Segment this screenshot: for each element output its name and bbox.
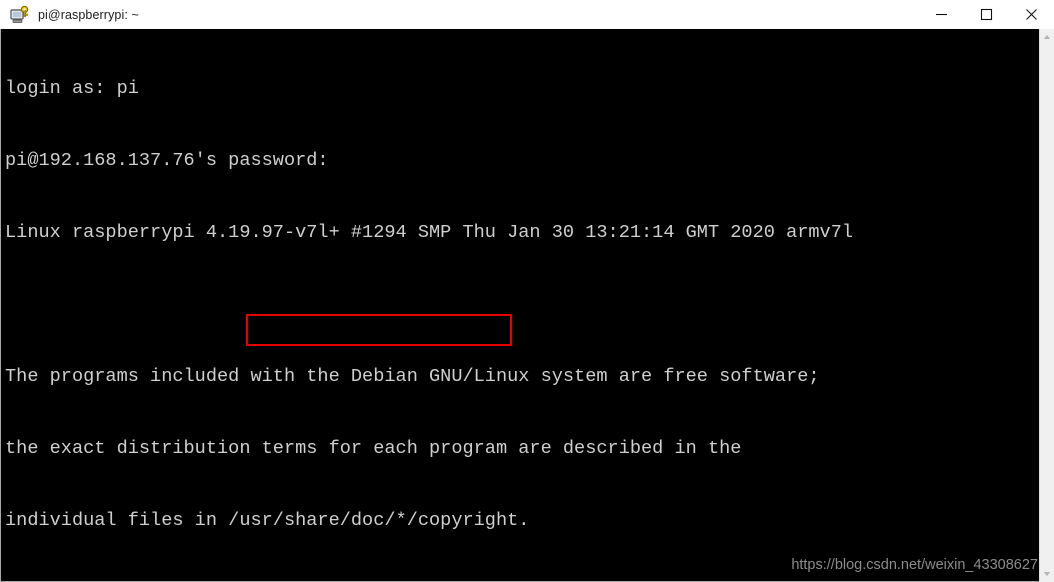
close-button[interactable] <box>1009 0 1054 29</box>
terminal-line: Linux raspberrypi 4.19.97-v7l+ #1294 SMP… <box>5 222 854 243</box>
scroll-up-arrow-icon[interactable] <box>1040 29 1054 45</box>
window-title: pi@raspberrypi: ~ <box>38 7 139 22</box>
terminal-line: pi@192.168.137.76's password: <box>5 150 329 171</box>
terminal-line: individual files in /usr/share/doc/*/cop… <box>5 510 530 531</box>
terminal-scrollbar[interactable] <box>1039 29 1054 582</box>
window-titlebar[interactable]: pi@raspberrypi: ~ <box>0 0 1054 30</box>
scroll-down-arrow-icon[interactable] <box>1040 566 1054 582</box>
terminal-line: login as: pi <box>5 78 139 99</box>
terminal-line: the exact distribution terms for each pr… <box>5 438 742 459</box>
window-controls <box>919 0 1054 29</box>
putty-icon <box>9 4 31 26</box>
putty-window: pi@raspberrypi: ~ login as: pi pi@192.16… <box>0 0 1054 582</box>
scrollbar-thumb[interactable] <box>1041 46 1053 546</box>
watermark-text: https://blog.csdn.net/weixin_43308627 <box>791 557 1038 573</box>
minimize-button[interactable] <box>919 0 964 29</box>
terminal-screen[interactable]: login as: pi pi@192.168.137.76's passwor… <box>0 29 1054 582</box>
terminal-output: login as: pi pi@192.168.137.76's passwor… <box>5 29 1025 581</box>
maximize-button[interactable] <box>964 0 1009 29</box>
terminal-line: The programs included with the Debian GN… <box>5 366 820 387</box>
